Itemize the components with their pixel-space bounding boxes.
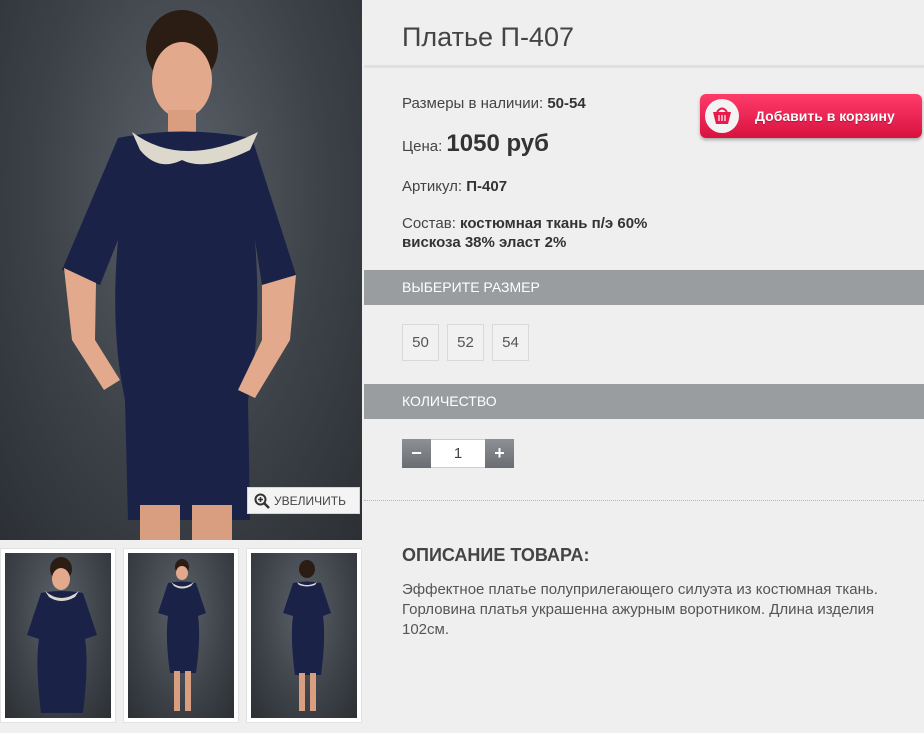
thumbnail-image: [158, 559, 206, 711]
composition-line2: вискоза 38% эласт 2%: [402, 234, 567, 251]
article-label: Артикул:: [402, 178, 463, 195]
size-option-50[interactable]: 50: [402, 324, 439, 361]
composition-label: Состав:: [402, 215, 456, 232]
size-option-54[interactable]: 54: [492, 324, 529, 361]
composition-row: Состав: костюмная ткань п/э 60% вискоза …: [402, 214, 647, 252]
price-label: Цена:: [402, 138, 443, 155]
size-section-header: ВЫБЕРИТЕ РАЗМЕР: [364, 270, 924, 305]
quantity-decrement-button[interactable]: −: [402, 439, 431, 468]
page-title: Платье П-407: [402, 22, 574, 52]
divider: [364, 500, 924, 501]
thumbnail-image: [283, 560, 331, 711]
basket-icon: [705, 99, 739, 133]
thumbnail-full-length[interactable]: [123, 548, 239, 723]
product-details: Платье П-407 Размеры в наличии: 50-54 Це…: [364, 0, 924, 733]
description-text: Эффектное платье полуприлегающего силуэт…: [402, 581, 878, 638]
add-to-cart-label: Добавить в корзину: [755, 108, 895, 124]
sizes-label: Размеры в наличии:: [402, 95, 544, 112]
article-value: П-407: [466, 178, 508, 195]
thumbnail-image: [27, 557, 97, 713]
article-row: Артикул: П-407: [402, 178, 507, 195]
thumbnail-front[interactable]: [0, 548, 116, 723]
magnifier-plus-icon: [254, 493, 270, 509]
main-product-photo[interactable]: УВЕЛИЧИТЬ: [0, 0, 362, 540]
title-bar: Платье П-407: [364, 4, 924, 68]
quantity-input[interactable]: [431, 439, 485, 468]
thumbnail-back[interactable]: [246, 548, 362, 723]
sizes-available: Размеры в наличии: 50-54: [402, 95, 586, 112]
quantity-increment-button[interactable]: +: [485, 439, 514, 468]
sizes-value: 50-54: [547, 95, 586, 112]
size-option-52[interactable]: 52: [447, 324, 484, 361]
composition-line1: костюмная ткань п/э 60%: [460, 215, 648, 232]
quantity-stepper: − +: [402, 439, 514, 468]
zoom-button[interactable]: УВЕЛИЧИТЬ: [247, 487, 360, 514]
price-row: Цена: 1050 руб: [402, 130, 549, 158]
dress-model-illustration: [62, 10, 296, 540]
zoom-label: УВЕЛИЧИТЬ: [274, 493, 346, 508]
add-to-cart-button[interactable]: Добавить в корзину: [700, 94, 922, 138]
description-title: ОПИСАНИЕ ТОВАРА:: [402, 545, 590, 565]
thumbnail-strip: [0, 548, 362, 723]
price-value: 1050 руб: [446, 130, 549, 157]
quantity-section-header: КОЛИЧЕСТВО: [364, 384, 924, 419]
